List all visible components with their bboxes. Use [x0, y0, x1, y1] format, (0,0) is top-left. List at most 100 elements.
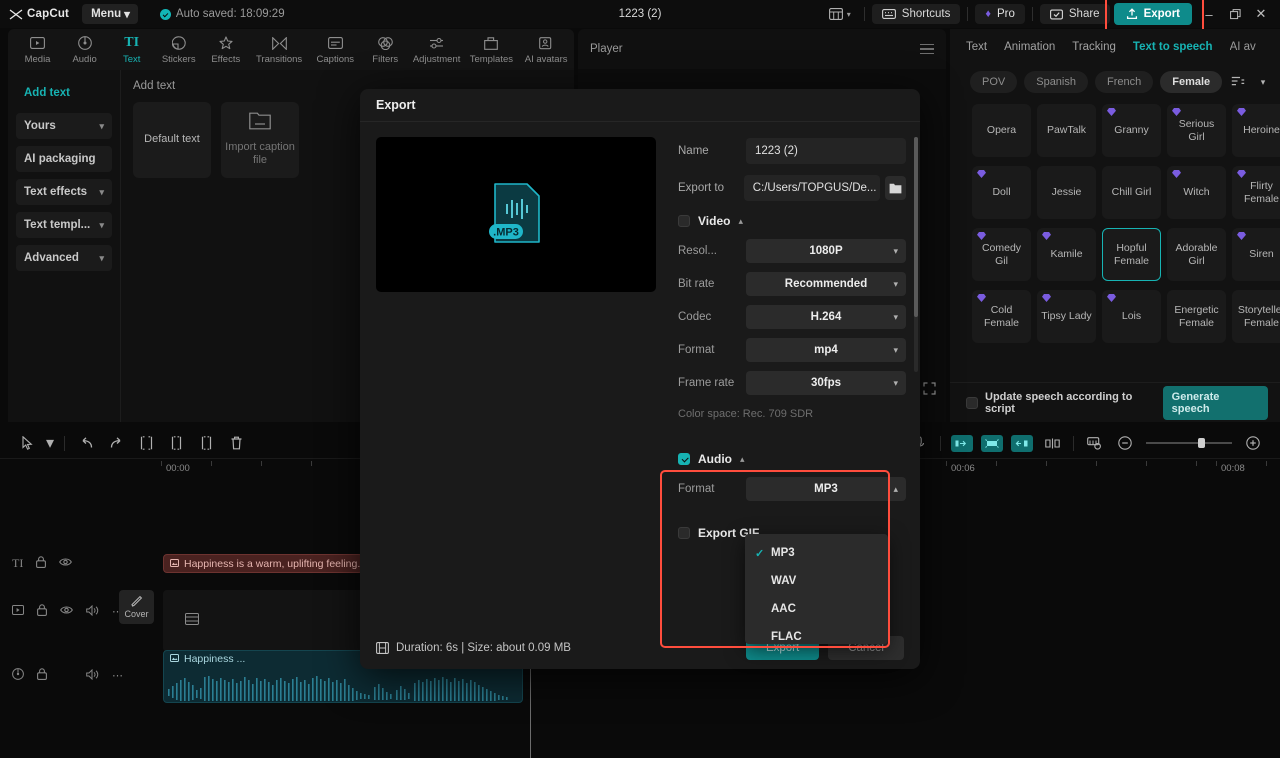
video-format-select[interactable]: mp4▾ [746, 338, 906, 362]
voice-card-adorable-girl[interactable]: Adorable Girl [1167, 228, 1226, 281]
menu-button[interactable]: Menu ▾ [82, 4, 138, 24]
filter-icon[interactable] [1229, 71, 1247, 93]
audio-format-option-aac[interactable]: AAC [745, 595, 888, 623]
tool-tab-effects[interactable]: Effects [202, 35, 249, 65]
resolution-select[interactable]: 1080P▾ [746, 239, 906, 263]
tool-tab-audio[interactable]: Audio [61, 35, 108, 65]
audio-format-dropdown[interactable]: ✓ MP3 WAV AAC FLAC [745, 534, 888, 644]
redo-button[interactable] [101, 428, 131, 458]
export-to-input[interactable]: C:/Users/TOPGUS/De... [744, 175, 880, 201]
chevron-up-icon[interactable]: ▴ [740, 454, 745, 465]
lock-icon[interactable] [36, 556, 46, 571]
audio-format-option-wav[interactable]: WAV [745, 567, 888, 595]
tool-tab-filters[interactable]: Filters [362, 35, 409, 65]
lock-icon[interactable] [37, 604, 47, 619]
voice-card-siren[interactable]: Siren [1232, 228, 1280, 281]
sidebar-item-advanced[interactable]: Advanced ▾ [16, 245, 112, 271]
player-menu-icon[interactable] [920, 44, 934, 55]
split-button[interactable] [131, 428, 161, 458]
zoom-in-button[interactable] [1238, 428, 1268, 458]
pro-button[interactable]: ♦ Pro [975, 4, 1025, 24]
chevron-down-icon[interactable]: ▾ [1254, 71, 1272, 93]
audio-format-select[interactable]: MP3▴ [746, 477, 906, 501]
voice-card-cold-female[interactable]: Cold Female [972, 290, 1031, 343]
fullscreen-icon[interactable] [923, 382, 936, 400]
keyframe-out-button[interactable] [1007, 428, 1037, 458]
cover-button[interactable]: Cover [119, 590, 154, 624]
codec-select[interactable]: H.264▾ [746, 305, 906, 329]
shortcuts-button[interactable]: Shortcuts [872, 4, 961, 24]
export-gif-checkbox[interactable] [678, 527, 690, 539]
framerate-select[interactable]: 30fps▾ [746, 371, 906, 395]
voice-card-tipsy-lady[interactable]: Tipsy Lady [1037, 290, 1096, 343]
lock-icon[interactable] [37, 668, 47, 683]
share-button[interactable]: Share [1040, 4, 1110, 24]
undo-button[interactable] [71, 428, 101, 458]
voice-card-chill-girl[interactable]: Chill Girl [1102, 166, 1161, 219]
volume-icon[interactable] [86, 669, 99, 683]
chevron-up-icon[interactable]: ▴ [738, 216, 743, 227]
browse-folder-button[interactable] [885, 176, 906, 200]
voice-card-flirty-female[interactable]: Flirty Female [1232, 166, 1280, 219]
tool-tab-transitions[interactable]: Transitions [249, 35, 309, 65]
filter-chip-spanish[interactable]: Spanish [1024, 71, 1088, 93]
voice-card-jessie[interactable]: Jessie [1037, 166, 1096, 219]
voice-card-lois[interactable]: Lois [1102, 290, 1161, 343]
tab-animation[interactable]: Animation [1004, 41, 1055, 53]
eye-icon[interactable] [59, 557, 72, 570]
trim-left-button[interactable] [161, 428, 191, 458]
aspect-ratio-button[interactable]: ▾ [823, 5, 857, 23]
select-tool-button[interactable] [12, 428, 42, 458]
filter-chip-french[interactable]: French [1095, 71, 1153, 93]
maximize-button[interactable] [1222, 0, 1248, 28]
text-clip[interactable]: Happiness is a warm, uplifting feeling. [163, 554, 363, 573]
voice-card-heroine[interactable]: Heroine [1232, 104, 1280, 157]
bitrate-select[interactable]: Recommended▾ [746, 272, 906, 296]
zoom-slider-handle[interactable] [1198, 438, 1205, 448]
voice-card-doll[interactable]: Doll [972, 166, 1031, 219]
tab-text-to-speech[interactable]: Text to speech [1133, 41, 1213, 53]
sidebar-item-ai-packaging[interactable]: AI packaging [16, 146, 112, 172]
tab-tracking[interactable]: Tracking [1072, 41, 1116, 53]
voice-card-storyteller-female[interactable]: Storyteller Female [1232, 290, 1280, 343]
audio-enable-checkbox[interactable] [678, 453, 690, 465]
tool-tab-adjustment[interactable]: Adjustment [409, 35, 465, 65]
eye-icon[interactable] [60, 605, 73, 618]
chevron-down-icon[interactable]: ▾ [42, 428, 58, 458]
more-options-icon[interactable]: ⋯ [112, 669, 124, 682]
voice-card-pawtalk[interactable]: PawTalk [1037, 104, 1096, 157]
tool-tab-text[interactable]: TI Text [108, 35, 155, 65]
sidebar-item-add-text[interactable]: Add text [16, 80, 112, 106]
voice-card-opera[interactable]: Opera [972, 104, 1031, 157]
audio-format-option-flac[interactable]: FLAC [745, 623, 888, 644]
update-speech-checkbox[interactable] [966, 397, 978, 409]
zoom-slider[interactable] [1146, 442, 1232, 444]
keyframe-middle-button[interactable] [977, 428, 1007, 458]
voice-card-energetic-female[interactable]: Energetic Female [1167, 290, 1226, 343]
dialog-scrollbar-thumb[interactable] [914, 137, 918, 317]
tab-text[interactable]: Text [966, 41, 987, 53]
filter-chip-pov[interactable]: POV [970, 71, 1017, 93]
export-button[interactable]: Export [1114, 3, 1192, 25]
delete-button[interactable] [221, 428, 251, 458]
keyframe-in-button[interactable] [947, 428, 977, 458]
fit-timeline-button[interactable] [1080, 428, 1110, 458]
voice-card-witch[interactable]: Witch [1167, 166, 1226, 219]
voice-card-granny[interactable]: Granny [1102, 104, 1161, 157]
split-clip-button[interactable] [1037, 428, 1067, 458]
import-caption-file-card[interactable]: Import caption file [221, 102, 299, 178]
voice-card-serious-girl[interactable]: Serious Girl [1167, 104, 1226, 157]
zoom-out-button[interactable] [1110, 428, 1140, 458]
video-enable-checkbox[interactable] [678, 215, 690, 227]
volume-icon[interactable] [86, 605, 99, 619]
tool-tab-ai-avatars[interactable]: AI avatars [518, 35, 574, 65]
tool-tab-stickers[interactable]: Stickers [155, 35, 202, 65]
sidebar-item-yours[interactable]: Yours ▾ [16, 113, 112, 139]
tool-tab-media[interactable]: Media [14, 35, 61, 65]
tool-tab-captions[interactable]: Captions [309, 35, 362, 65]
voice-card-comedy-gil[interactable]: Comedy Gil [972, 228, 1031, 281]
name-input[interactable]: 1223 (2) [746, 138, 906, 164]
close-button[interactable]: ✕ [1248, 0, 1274, 28]
sidebar-item-text-templates[interactable]: Text templ... ▾ [16, 212, 112, 238]
generate-speech-button[interactable]: Generate speech [1163, 386, 1268, 420]
